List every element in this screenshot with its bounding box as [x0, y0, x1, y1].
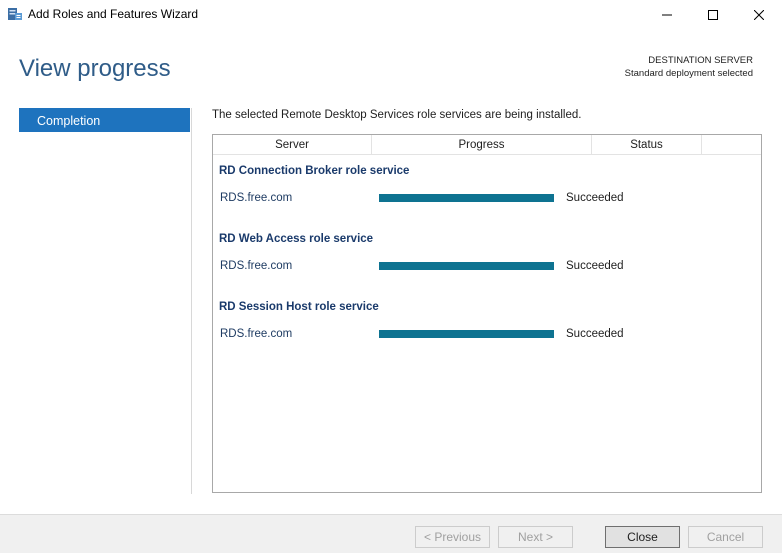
- destination-value: Standard deployment selected: [624, 68, 753, 79]
- window-title: Add Roles and Features Wizard: [28, 7, 199, 21]
- server-manager-icon: [7, 6, 23, 22]
- group-title: RD Connection Broker role service: [219, 165, 410, 177]
- group-title: RD Session Host role service: [219, 301, 379, 313]
- page-title: View progress: [19, 55, 171, 82]
- destination-server: DESTINATION SERVER Standard deployment s…: [625, 54, 753, 80]
- progress-bar: [379, 262, 554, 270]
- column-header-status[interactable]: Status: [592, 135, 702, 155]
- status-text: Succeeded: [566, 328, 624, 340]
- progress-table: Server Progress Status RD Connection Bro…: [212, 134, 762, 493]
- minimize-button[interactable]: [644, 0, 690, 29]
- nav-item-label: Completion: [37, 114, 101, 128]
- group-title: RD Web Access role service: [219, 233, 374, 245]
- next-button[interactable]: Next >: [498, 526, 573, 548]
- status-text: Succeeded: [566, 260, 624, 272]
- minimize-icon: [662, 14, 672, 15]
- server-name: RDS.free.com: [220, 192, 293, 204]
- column-header-server[interactable]: Server: [213, 135, 372, 155]
- progress-bar-fill: [379, 262, 554, 270]
- destination-label: DESTINATION SERVER: [648, 55, 753, 66]
- table-header: Server Progress Status: [213, 135, 761, 155]
- progress-bar: [379, 330, 554, 338]
- intro-text: The selected Remote Desktop Services rol…: [212, 109, 582, 121]
- wizard-footer: < Previous Next > Close Cancel: [0, 514, 782, 553]
- nav-item-completion[interactable]: Completion: [19, 108, 190, 132]
- server-name: RDS.free.com: [220, 260, 293, 272]
- server-name: RDS.free.com: [220, 328, 293, 340]
- maximize-icon: [708, 9, 718, 20]
- close-window-button[interactable]: [736, 0, 782, 29]
- progress-bar-fill: [379, 330, 554, 338]
- close-button[interactable]: Close: [605, 526, 680, 548]
- title-bar: Add Roles and Features Wizard: [0, 0, 782, 29]
- cancel-button[interactable]: Cancel: [688, 526, 763, 548]
- close-icon: [754, 9, 764, 20]
- status-text: Succeeded: [566, 192, 624, 204]
- previous-button[interactable]: < Previous: [415, 526, 490, 548]
- maximize-button[interactable]: [690, 0, 736, 29]
- column-header-progress[interactable]: Progress: [372, 135, 592, 155]
- progress-bar-fill: [379, 194, 554, 202]
- progress-bar: [379, 194, 554, 202]
- nav-divider: [191, 108, 192, 494]
